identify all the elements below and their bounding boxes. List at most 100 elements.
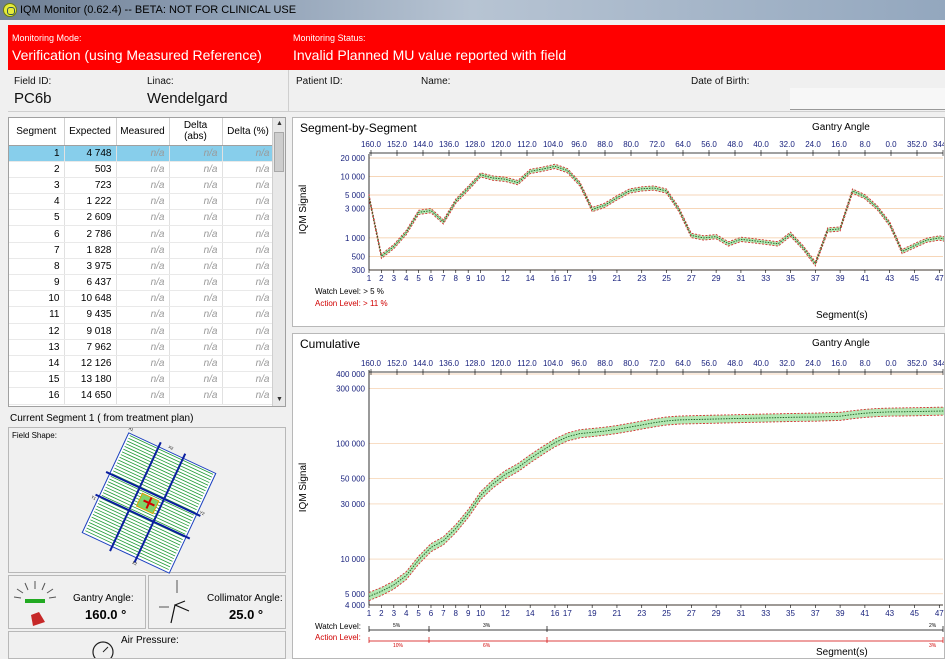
table-row[interactable]: 14 748 n/a n/a n/a (9, 145, 275, 162)
table-scrollbar[interactable]: ▲ ▼ (272, 118, 285, 406)
gantry-tick-label: 144.0 (413, 359, 434, 368)
table-cell: n/a (222, 339, 275, 356)
x-tick-label: 25 (662, 274, 671, 283)
y-tick-label: 50 000 (341, 474, 366, 483)
y-tick-label: 500 (352, 252, 366, 261)
field-shape-label: Field Shape: (12, 431, 57, 440)
table-cell: n/a (116, 161, 170, 178)
table-row[interactable]: 15 13 180 n/a n/a n/a (9, 371, 275, 389)
table-cell: 10 (9, 290, 65, 308)
segment-table[interactable]: Segment Expected Measured Delta (abs) Delta … (8, 117, 286, 407)
x-tick-label: 43 (885, 609, 894, 618)
x-tick-label: 5 (416, 609, 421, 618)
table-row[interactable]: 16 14 650 n/a n/a n/a (9, 387, 275, 405)
y-tick-label: 3 000 (345, 205, 366, 214)
x-tick-label: 47 (935, 274, 944, 283)
table-cell: n/a (169, 387, 223, 405)
svg-text:X2: X2 (131, 560, 138, 567)
y-tick-label: 5 000 (345, 191, 366, 200)
action-level-mark: 6% (483, 643, 491, 649)
scroll-thumb[interactable] (274, 132, 284, 172)
table-cell: 1 222 (64, 193, 117, 211)
table-cell: 4 (9, 193, 65, 211)
x-tick-label: 29 (712, 609, 721, 618)
table-cell: n/a (169, 161, 223, 178)
x-tick-label: 14 (526, 609, 535, 618)
table-cell: 9 (9, 274, 65, 292)
gantry-tick-label: 40.0 (753, 359, 769, 368)
x-tick-label: 41 (860, 609, 869, 618)
y-tick-label: 300 000 (336, 384, 365, 393)
window-title: IQM Monitor (0.62.4) -- BETA: NOT FOR CL… (20, 4, 297, 16)
gantry-tick-label: 128.0 (465, 140, 486, 149)
field-info-bar: Field ID: PC6b Linac: Wendelgard Patient… (8, 70, 945, 112)
column-header[interactable]: Expected (64, 118, 117, 146)
table-row[interactable]: 62 786 n/a n/a n/a (9, 225, 275, 243)
column-header[interactable]: Measured (116, 118, 170, 146)
gantry-tick-label: 48.0 (727, 140, 743, 149)
x-tick-label: 19 (588, 274, 597, 283)
table-row[interactable]: 14 12 126 n/a n/a n/a (9, 355, 275, 373)
y-tick-label: 30 000 (341, 500, 366, 509)
gantry-icon (13, 581, 57, 626)
app-icon (3, 3, 17, 17)
x-tick-label: 3 (392, 609, 397, 618)
gantry-tick-label: 112.0 (517, 140, 537, 149)
table-cell: 4 748 (64, 145, 117, 162)
table-row[interactable]: 52 609 n/a n/a n/a (9, 209, 275, 227)
table-row[interactable]: 96 437 n/a n/a n/a (9, 274, 275, 292)
table-cell: 8 (9, 258, 65, 276)
table-cell: 9 435 (64, 306, 117, 324)
x-tick-label: 2 (379, 609, 384, 618)
current-segment-title: Current Segment 1 ( from treatment plan) (10, 413, 194, 424)
table-row[interactable]: 12 9 018 n/a n/a n/a (9, 323, 275, 340)
table-row[interactable]: 13 7 962 n/a n/a n/a (9, 339, 275, 356)
x-tick-label: 45 (910, 274, 919, 283)
table-cell: 13 (9, 339, 65, 356)
table-row[interactable]: 71 828 n/a n/a n/a (9, 242, 275, 259)
gantry-tick-label: 64.0 (675, 140, 691, 149)
table-row[interactable]: 11 9 435 n/a n/a n/a (9, 306, 275, 324)
gantry-tick-label: 104.0 (543, 140, 564, 149)
x-tick-label: 27 (687, 609, 696, 618)
table-cell: n/a (222, 355, 275, 373)
iqm-monitor-window: IQM Monitor (0.62.4) -- BETA: NOT FOR CL… (0, 0, 945, 659)
gantry-tick-label: 8.0 (859, 140, 871, 149)
scroll-up-icon[interactable]: ▲ (273, 118, 285, 130)
column-header[interactable]: Delta (abs) (169, 118, 223, 146)
x-tick-label: 39 (836, 609, 845, 618)
table-row[interactable]: 83 975 n/a n/a n/a (9, 258, 275, 276)
table-row[interactable]: 3 723 n/a n/a n/a (9, 177, 275, 195)
gantry-angle-value: 160.0 ° (85, 607, 127, 622)
x-tick-label: 10 (476, 609, 485, 618)
title-bar[interactable]: IQM Monitor (0.62.4) -- BETA: NOT FOR CL… (0, 0, 945, 20)
table-row[interactable]: 41 222 n/a n/a n/a (9, 193, 275, 211)
collimator-angle-panel: Collimator Angle: 25.0 ° (148, 575, 286, 629)
gantry-tick-label: 104.0 (543, 359, 564, 368)
air-pressure-label: Air Pressure: (121, 635, 179, 646)
scroll-down-icon[interactable]: ▼ (273, 394, 285, 406)
table-cell: 9 018 (64, 323, 117, 340)
gantry-angle-label: Gantry Angle: (73, 593, 134, 604)
table-row[interactable]: 10 10 648 n/a n/a n/a (9, 290, 275, 308)
air-pressure-panel: Air Pressure: (8, 631, 286, 659)
y-tick-label: 100 000 (336, 440, 365, 449)
table-cell: n/a (169, 225, 223, 243)
collimator-icon (159, 580, 190, 624)
table-row[interactable]: 2 503 n/a n/a n/a (9, 161, 275, 178)
table-cell: n/a (116, 258, 170, 276)
gantry-tick-label: 136.0 (439, 359, 460, 368)
column-header[interactable]: Delta (%) (222, 118, 275, 146)
action-limit-lower (368, 168, 944, 267)
table-cell: n/a (116, 242, 170, 259)
watch-level-mark: 5% (393, 623, 401, 629)
column-header[interactable]: Segment (9, 118, 65, 146)
gantry-tick-label: 144.0 (413, 140, 434, 149)
x-tick-label: 21 (612, 274, 621, 283)
gantry-tick-label: 56.0 (701, 140, 717, 149)
watch-level-mark: 3% (483, 623, 491, 629)
collimator-angle-value: 25.0 ° (229, 607, 264, 622)
name-label: Name: (421, 76, 451, 87)
gantry-tick-label: 344.0 (933, 359, 945, 368)
x-tick-label: 8 (454, 609, 459, 618)
